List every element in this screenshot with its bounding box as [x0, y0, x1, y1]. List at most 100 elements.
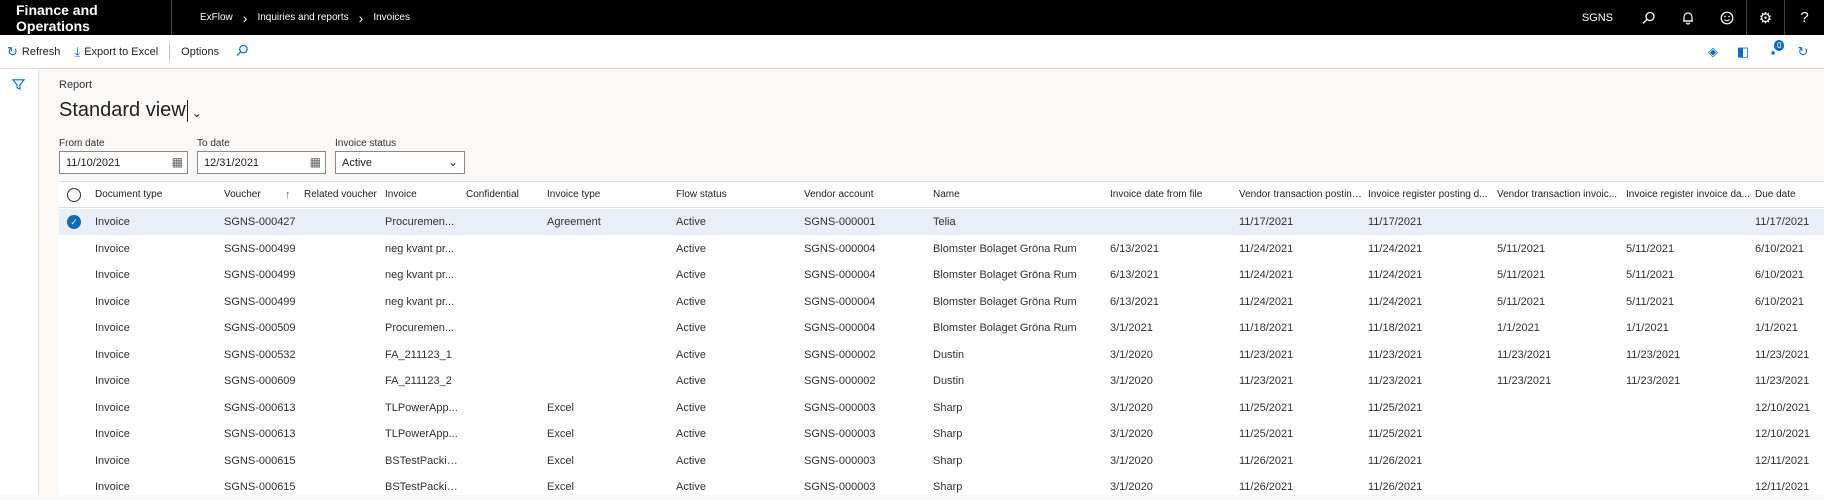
- notifications-icon[interactable]: ▪ 0: [1758, 39, 1788, 60]
- select-all-checkbox[interactable]: [67, 188, 81, 202]
- table-row[interactable]: Invoice SGNS-000509 Procuremen... Active SGN…: [59, 315, 1824, 341]
- export-to-excel-button[interactable]: ⤓ Export to Excel: [67, 35, 165, 69]
- cell-invoice[interactable]: neg kvant pr...: [385, 289, 460, 315]
- column-header-invoice-register-invoice-date[interactable]: Invoice register invoice da...: [1626, 182, 1750, 208]
- column-header-name[interactable]: Name: [933, 182, 1103, 208]
- row-select-checkbox[interactable]: ✓: [67, 215, 81, 229]
- cell-vendor-account[interactable]: SGNS-000002: [804, 368, 924, 394]
- cell-voucher[interactable]: SGNS-000499: [224, 262, 299, 288]
- cell-invoice[interactable]: TLPowerApp...: [385, 395, 460, 421]
- column-header-vendor-account[interactable]: Vendor account: [804, 182, 924, 208]
- cell-invoice[interactable]: BSTestPackin...: [385, 448, 460, 474]
- table-row[interactable]: Invoice SGNS-000615 BSTestPackin... Excel Ac…: [59, 448, 1824, 474]
- table-row[interactable]: Invoice SGNS-000499 neg kvant pr... Active S…: [59, 236, 1824, 262]
- cell-vendor-account[interactable]: SGNS-000003: [804, 448, 924, 474]
- cell-document-type: Invoice: [95, 401, 130, 414]
- cell-voucher[interactable]: SGNS-000615: [224, 448, 299, 474]
- bell-icon[interactable]: [1668, 0, 1707, 35]
- column-header-invoice-register-posting[interactable]: Invoice register posting d...: [1368, 182, 1492, 208]
- from-date-field[interactable]: 11/10/2021 ▦: [59, 151, 188, 174]
- sort-ascending-icon[interactable]: ↑: [285, 182, 291, 208]
- breadcrumb-invoices[interactable]: Invoices: [373, 12, 410, 23]
- gear-icon[interactable]: ⚙: [1746, 0, 1785, 35]
- search-icon[interactable]: [1629, 0, 1668, 35]
- table-row[interactable]: ✓ Invoice SGNS-000427 Procuremen... Agreemen…: [59, 209, 1824, 235]
- column-header-document-type[interactable]: Document type: [95, 182, 215, 208]
- cell-voucher[interactable]: SGNS-000499: [224, 289, 299, 315]
- view-selector[interactable]: Standard view ⌄: [59, 99, 202, 122]
- cell-name: Blomster Bolaget Gröna Rum: [933, 242, 1077, 255]
- column-header-invoice[interactable]: Invoice: [385, 182, 460, 208]
- help-icon[interactable]: ?: [1785, 0, 1824, 35]
- table-row[interactable]: Invoice SGNS-000499 neg kvant pr... Active S…: [59, 262, 1824, 288]
- app-title[interactable]: Finance and Operations: [0, 2, 171, 34]
- cell-vendor-account[interactable]: SGNS-000003: [804, 474, 924, 500]
- cell-related-voucher: [304, 395, 382, 421]
- column-header-related-voucher[interactable]: Related voucher: [304, 182, 382, 208]
- cell-flow-status: Active: [676, 295, 706, 308]
- cell-voucher[interactable]: SGNS-000609: [224, 368, 299, 394]
- cell-confidential: [466, 315, 542, 341]
- cell-invoice[interactable]: FA_211123_1: [385, 342, 460, 368]
- breadcrumb-exflow[interactable]: ExFlow: [200, 12, 233, 23]
- cell-invoice[interactable]: neg kvant pr...: [385, 262, 460, 288]
- cell-flow-status: Active: [676, 348, 706, 361]
- to-date-field[interactable]: 12/31/2021 ▦: [197, 151, 326, 174]
- table-row[interactable]: Invoice SGNS-000532 FA_211123_1 Active SGNS-…: [59, 342, 1824, 368]
- cell-due-date: 11/23/2021: [1755, 348, 1810, 361]
- column-header-flow-status[interactable]: Flow status: [676, 182, 796, 208]
- cell-voucher[interactable]: SGNS-000532: [224, 342, 299, 368]
- cell-vendor-transaction-invoice: 11/23/2021: [1497, 375, 1552, 387]
- refresh-page-icon[interactable]: ↻: [1788, 44, 1818, 60]
- cell-vendor-account[interactable]: SGNS-000004: [804, 236, 924, 262]
- cell-vendor-account[interactable]: SGNS-000003: [804, 421, 924, 447]
- cell-vendor-account[interactable]: SGNS-000002: [804, 342, 924, 368]
- table-row[interactable]: Invoice SGNS-000499 neg kvant pr... Active S…: [59, 289, 1824, 315]
- cell-invoice[interactable]: FA_211123_2: [385, 368, 460, 394]
- search-icon[interactable]: [236, 44, 249, 60]
- cell-invoice[interactable]: BSTestPackin...: [385, 474, 460, 500]
- cell-voucher[interactable]: SGNS-000613: [224, 395, 299, 421]
- cell-invoice[interactable]: TLPowerApp...: [385, 421, 460, 447]
- cell-voucher[interactable]: SGNS-000499: [224, 236, 299, 262]
- table-row[interactable]: Invoice SGNS-000609 FA_211123_2 Active SGNS-…: [59, 368, 1824, 394]
- smiley-icon[interactable]: [1707, 0, 1746, 35]
- table-row[interactable]: Invoice SGNS-000613 TLPowerApp... Excel Acti…: [59, 421, 1824, 447]
- refresh-button[interactable]: ↻ Refresh: [0, 35, 67, 69]
- calendar-icon[interactable]: ▦: [310, 155, 321, 169]
- cell-voucher[interactable]: SGNS-000615: [224, 474, 299, 500]
- column-header-voucher[interactable]: Voucher: [224, 182, 284, 208]
- cell-vendor-account[interactable]: SGNS-000003: [804, 395, 924, 421]
- column-header-due-date[interactable]: Due date: [1755, 182, 1823, 208]
- cell-invoice[interactable]: Procuremen...: [385, 209, 460, 235]
- office-icon[interactable]: ◧: [1728, 44, 1758, 60]
- cell-voucher[interactable]: SGNS-000509: [224, 315, 299, 341]
- column-header-vendor-transaction-invoice[interactable]: Vendor transaction invoic...: [1497, 182, 1621, 208]
- cell-voucher[interactable]: SGNS-000427: [224, 209, 299, 235]
- options-button[interactable]: Options: [174, 35, 226, 69]
- filter-icon[interactable]: [11, 78, 26, 94]
- cell-voucher[interactable]: SGNS-000613: [224, 421, 299, 447]
- cell-vendor-account[interactable]: SGNS-000004: [804, 262, 924, 288]
- table-row[interactable]: Invoice SGNS-000613 TLPowerApp... Excel Acti…: [59, 395, 1824, 421]
- cell-due-date: 1/1/2021: [1755, 322, 1798, 334]
- cell-vendor-transaction-invoice: [1497, 395, 1621, 421]
- company-picker[interactable]: SGNS: [1582, 12, 1613, 24]
- cell-vendor-account[interactable]: SGNS-000004: [804, 289, 924, 315]
- column-header-confidential[interactable]: Confidential: [466, 182, 542, 208]
- table-row[interactable]: Invoice SGNS-000615 BSTestPackin... Excel Ac…: [59, 474, 1824, 500]
- cell-invoice[interactable]: neg kvant pr...: [385, 236, 460, 262]
- cell-document-type: Invoice: [95, 454, 130, 467]
- column-header-invoice-type[interactable]: Invoice type: [547, 182, 667, 208]
- cell-invoice-register-posting: 11/25/2021: [1368, 401, 1423, 414]
- calendar-icon[interactable]: ▦: [172, 155, 183, 169]
- breadcrumb-inquiries-and-reports[interactable]: Inquiries and reports: [257, 12, 348, 23]
- column-header-vendor-transaction-posting[interactable]: Vendor transaction posting...: [1239, 182, 1363, 208]
- column-header-invoice-date-from-file[interactable]: Invoice date from file: [1110, 182, 1235, 208]
- invoice-status-select[interactable]: Active ⌄: [335, 151, 465, 174]
- action-pane-right: ◈ ◧ ▪ 0 ↻: [1698, 35, 1818, 69]
- power-apps-icon[interactable]: ◈: [1698, 44, 1728, 60]
- cell-invoice[interactable]: Procuremen...: [385, 315, 460, 341]
- cell-vendor-account[interactable]: SGNS-000004: [804, 315, 924, 341]
- cell-vendor-account[interactable]: SGNS-000001: [804, 209, 924, 235]
